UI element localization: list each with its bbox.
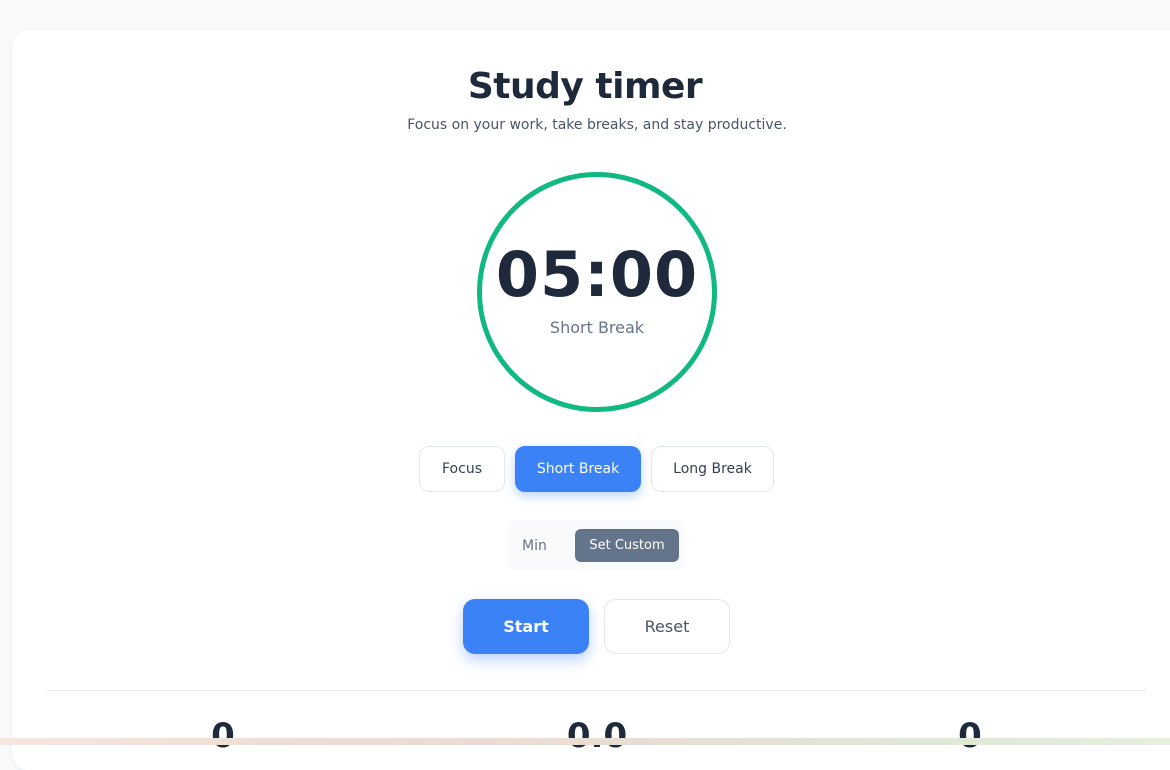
- page-title: Study timer: [467, 66, 703, 107]
- bottom-background-strip: [0, 738, 1170, 745]
- timer-mode-label: Short Break: [549, 318, 645, 337]
- start-button[interactable]: Start: [463, 599, 589, 654]
- stat-sessions-value: 0: [211, 716, 235, 756]
- set-custom-button[interactable]: Set Custom: [575, 529, 679, 562]
- mode-short-break-button[interactable]: Short Break: [515, 446, 641, 492]
- mode-focus-button[interactable]: Focus: [419, 446, 505, 492]
- stat-hours-value: 0.0: [566, 716, 628, 756]
- timer-display: 05:00: [495, 238, 699, 311]
- stat-streak-value: 0: [958, 716, 982, 756]
- stats-divider: [47, 690, 1146, 691]
- mode-long-break-button[interactable]: Long Break: [651, 446, 774, 492]
- page-subtitle: Focus on your work, take breaks, and sta…: [407, 117, 787, 133]
- reset-button[interactable]: Reset: [604, 599, 730, 654]
- custom-minutes-input[interactable]: [514, 530, 570, 562]
